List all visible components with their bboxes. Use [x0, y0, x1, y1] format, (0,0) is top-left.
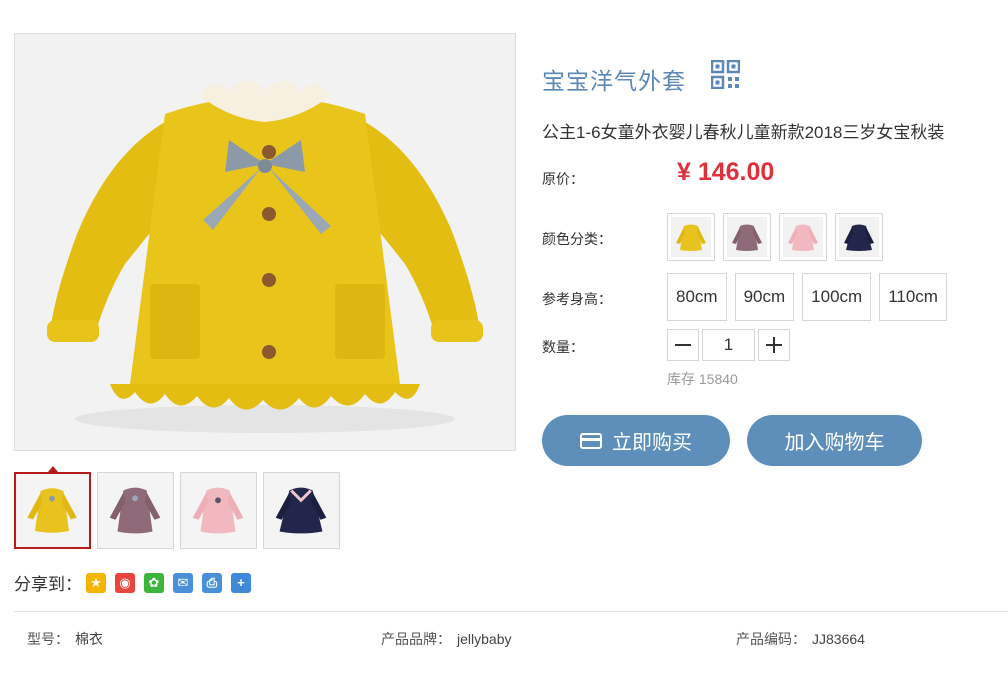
code-info: 产品编码： JJ83664	[736, 629, 865, 649]
size-option-80[interactable]: 80cm	[667, 273, 727, 321]
quantity-stepper	[667, 329, 790, 361]
buy-now-label: 立即购买	[612, 432, 692, 454]
price-value: ¥ 146.00	[677, 158, 775, 186]
credit-card-icon	[580, 432, 602, 449]
email-icon[interactable]: ✉	[173, 572, 193, 593]
quantity-input[interactable]	[702, 329, 755, 361]
thumbnail-navy[interactable]	[263, 472, 340, 549]
product-title: 宝宝洋气外套	[542, 68, 686, 94]
brand-info: 产品品牌： jellybaby	[381, 629, 511, 649]
main-product-image	[14, 33, 516, 451]
color-options	[667, 213, 883, 261]
more-icon[interactable]: +	[231, 572, 251, 593]
share-bar: 分享到： ★ ◉ ✿ ✉ ⎙ +	[14, 570, 260, 595]
color-option-navy[interactable]	[835, 213, 883, 261]
color-label: 颜色分类：	[542, 231, 612, 247]
stock-count: 库存 15840	[667, 371, 738, 387]
model-value: 棉衣	[75, 631, 103, 647]
product-subtitle: 公主1-6女童外衣婴儿春秋儿童新款2018三岁女宝秋装	[542, 123, 945, 142]
model-label: 型号：	[27, 631, 69, 647]
decrement-button[interactable]	[667, 329, 699, 361]
brand-label: 产品品牌：	[381, 631, 451, 647]
code-value: JJ83664	[812, 631, 865, 647]
brand-value: jellybaby	[457, 631, 512, 647]
code-label: 产品编码：	[736, 631, 806, 647]
price-label: 原价：	[542, 171, 584, 187]
size-option-110[interactable]: 110cm	[879, 273, 947, 321]
size-options: 80cm 90cm 100cm 110cm	[667, 273, 947, 321]
color-option-yellow[interactable]	[667, 213, 715, 261]
thumbnail-pink[interactable]	[180, 472, 257, 549]
share-label: 分享到：	[14, 575, 82, 594]
color-option-pink[interactable]	[779, 213, 827, 261]
weibo-icon[interactable]: ◉	[115, 572, 135, 593]
size-option-90[interactable]: 90cm	[734, 273, 795, 321]
active-pointer	[47, 466, 58, 472]
thumbnail-strip	[14, 466, 340, 549]
add-to-cart-label: 加入购物车	[784, 432, 885, 454]
color-option-mauve[interactable]	[723, 213, 771, 261]
thumbnail-yellow[interactable]	[14, 466, 91, 549]
plus-icon	[766, 337, 782, 353]
size-option-100[interactable]: 100cm	[802, 273, 872, 321]
quantity-label: 数量：	[542, 339, 584, 355]
size-label: 参考身高：	[542, 291, 612, 307]
buy-now-button[interactable]: 立即购买	[542, 415, 730, 466]
divider	[14, 611, 1008, 612]
add-to-cart-button[interactable]: 加入购物车	[747, 415, 922, 466]
wechat-icon[interactable]: ✿	[144, 572, 164, 593]
qr-code-icon[interactable]	[710, 59, 741, 90]
print-icon[interactable]: ⎙	[202, 572, 222, 593]
minus-icon	[675, 344, 691, 346]
model-info: 型号： 棉衣	[27, 629, 103, 649]
qzone-icon[interactable]: ★	[86, 572, 106, 593]
increment-button[interactable]	[758, 329, 790, 361]
thumbnail-mauve[interactable]	[97, 472, 174, 549]
